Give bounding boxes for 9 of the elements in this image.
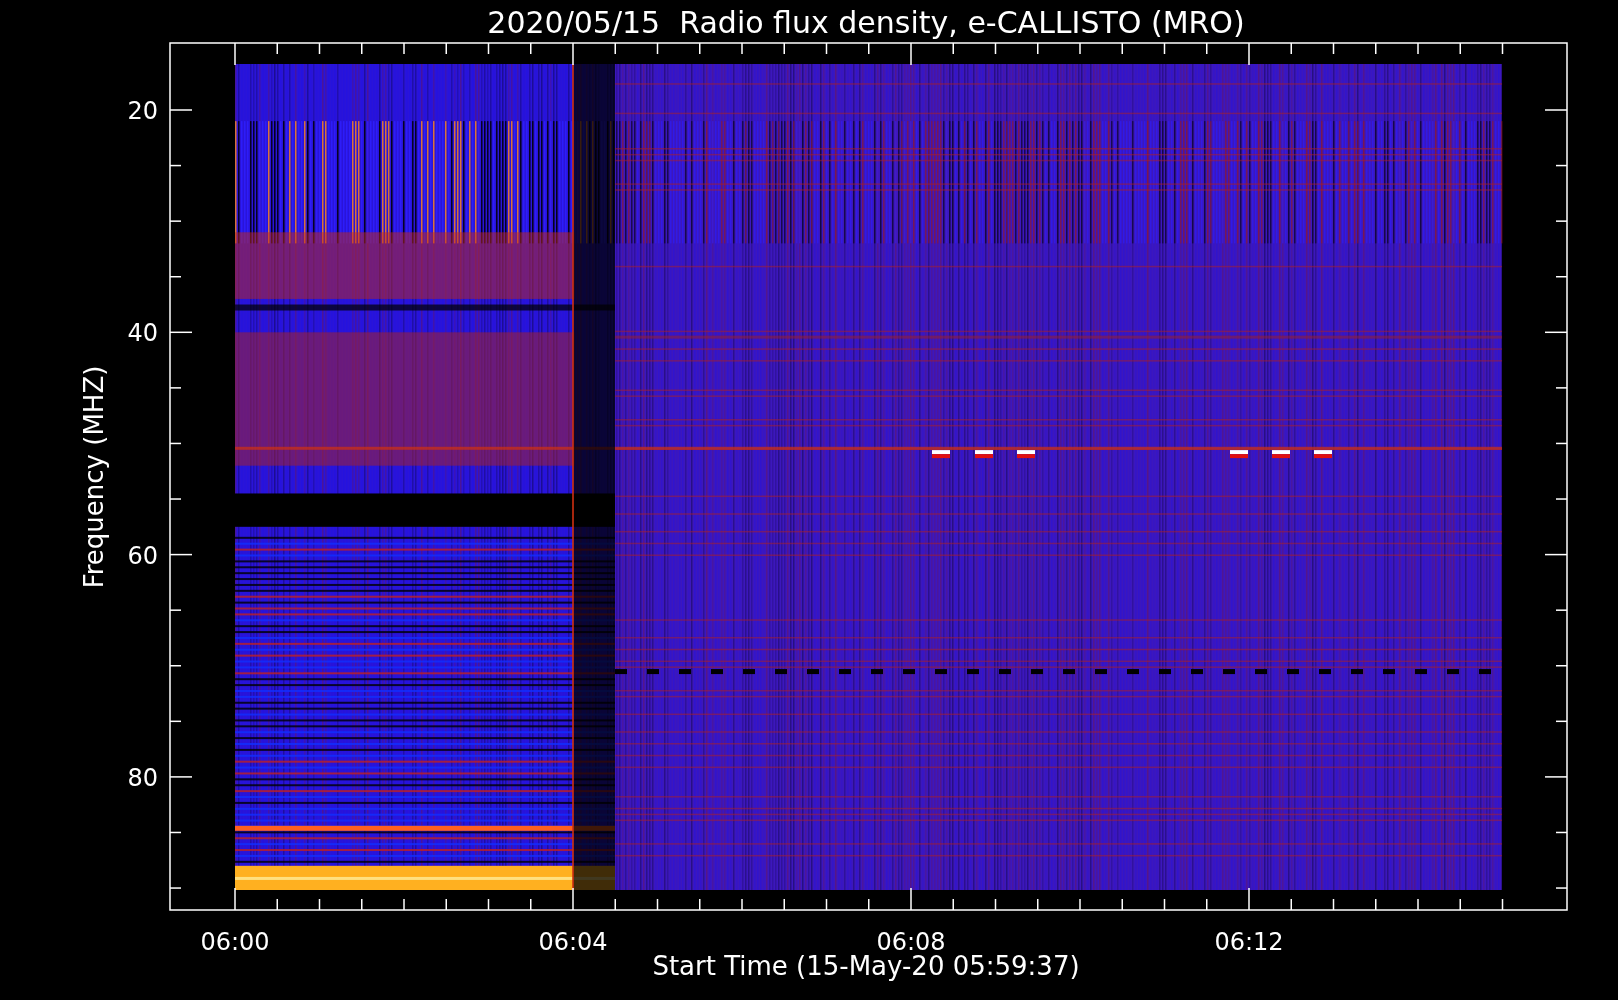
tick-label: 40 bbox=[127, 319, 158, 348]
tick-label: 20 bbox=[127, 97, 158, 125]
chart-title: 2020/05/15 Radio flux density, e-CALLISTO (MRO) bbox=[487, 5, 1245, 40]
tick-label: 06:12 bbox=[1214, 928, 1284, 956]
tick-label: 80 bbox=[127, 763, 158, 792]
tick-label: 06:04 bbox=[538, 928, 608, 956]
tick-label: 06:00 bbox=[200, 928, 270, 956]
tick-label: 60 bbox=[127, 541, 158, 570]
axis-label: Frequency (MHZ) bbox=[79, 365, 109, 589]
